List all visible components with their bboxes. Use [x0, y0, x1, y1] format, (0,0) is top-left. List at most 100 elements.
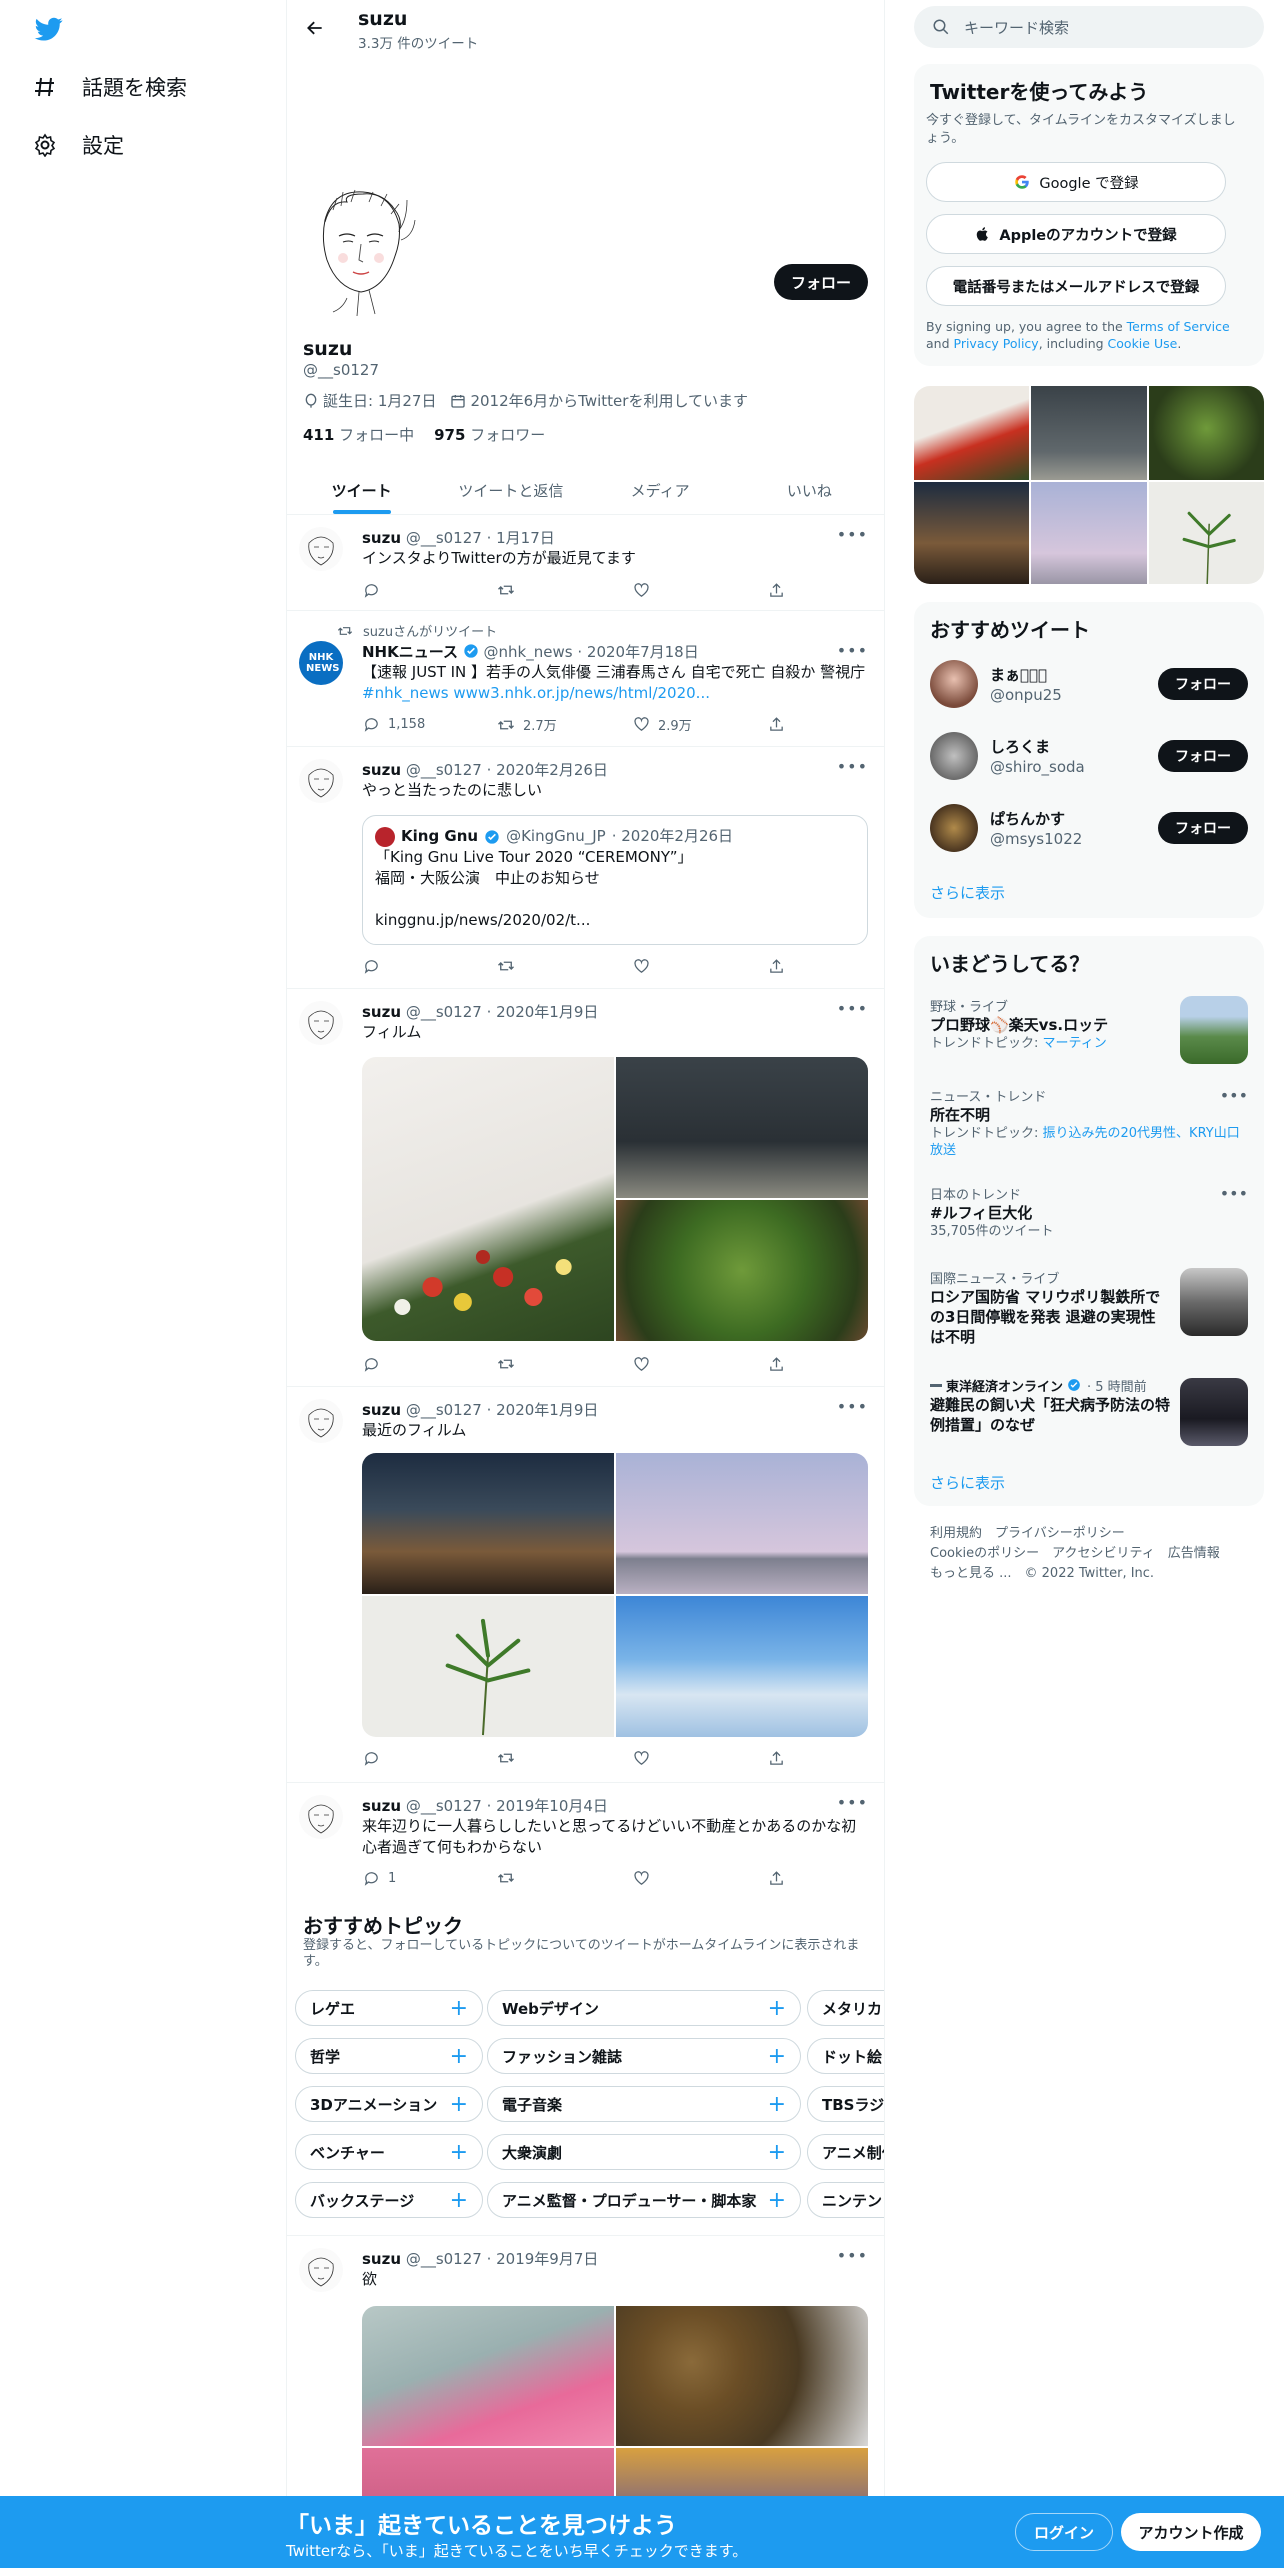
tweet-media[interactable]	[362, 1057, 868, 1341]
photo-pine[interactable]	[616, 1200, 868, 1341]
topic-chip[interactable]: レゲエ +	[295, 1990, 483, 2026]
tweet-author-name[interactable]: suzu	[362, 1797, 401, 1815]
share-button[interactable]	[767, 715, 902, 734]
tweet-author-handle[interactable]: @__s0127	[406, 2250, 482, 2268]
tweet-author-name[interactable]: suzu	[362, 2250, 401, 2268]
tab-tweets[interactable]: ツイート	[287, 466, 436, 514]
like-button[interactable]	[632, 1355, 767, 1373]
media-thumb[interactable]	[1148, 481, 1264, 584]
tweet-author-handle[interactable]: @__s0127	[406, 1003, 482, 1021]
tweet[interactable]: suzuさんがリツイート NHK NEWS ••• NHKニュース @nhk_n…	[287, 611, 884, 747]
follow-button[interactable]: フォロー	[1158, 668, 1248, 700]
photo-cafe[interactable]	[362, 1453, 614, 1594]
tweet[interactable]: ••• suzu @__s0127 · 2020年1月9日 フィルム	[287, 989, 884, 1387]
tweet-date[interactable]: · 1月17日	[487, 529, 555, 547]
trend-item[interactable]: 東洋経済オンライン · 5 時間前 避難民の飼い犬「狂犬病予防法の特例措置」のなぜ	[930, 1376, 1248, 1456]
media-thumb[interactable]	[1031, 386, 1147, 480]
media-thumb[interactable]	[914, 481, 1030, 584]
show-more-link[interactable]: さらに表示	[930, 882, 1005, 903]
tweet-media[interactable]	[362, 1453, 868, 1737]
quote-tweet[interactable]: King Gnu @KingGnu_JP · 2020年2月26日 「King …	[362, 815, 868, 945]
topic-chip[interactable]: ニンテンドー	[807, 2182, 884, 2218]
reply-button[interactable]: 1	[362, 1869, 497, 1887]
recommended-user[interactable]: ぱちんかす @msys1022 フォロー	[930, 800, 1248, 856]
topic-chip[interactable]: アニメ制作	[807, 2134, 884, 2170]
tweet-avatar[interactable]	[299, 527, 343, 571]
footer-line1[interactable]: 利用規約 プライバシーポリシー	[930, 1524, 1220, 1544]
photo-sky[interactable]	[616, 1596, 868, 1737]
topic-chip[interactable]: ドット絵	[807, 2038, 884, 2074]
following-link[interactable]: 411 フォロー中	[303, 424, 414, 445]
tweet[interactable]: ••• suzu @__s0127 · 2020年1月9日 最近のフィルム	[287, 1387, 884, 1783]
login-button[interactable]: ログイン	[1015, 2513, 1113, 2551]
tweet-author-name[interactable]: suzu	[362, 529, 401, 547]
retweet-button[interactable]	[497, 1749, 632, 1767]
share-button[interactable]	[767, 581, 902, 599]
retweet-button[interactable]	[497, 1869, 632, 1887]
trend-item[interactable]: 野球・ライブ プロ野球⚾楽天vs.ロッテ トレンドトピック: マーティン	[930, 996, 1248, 1074]
search-input[interactable]: キーワード検索	[964, 17, 1069, 38]
share-button[interactable]	[767, 1869, 902, 1887]
follow-button[interactable]: フォロー	[1158, 740, 1248, 772]
tweet-date[interactable]: · 2020年2月26日	[487, 761, 608, 779]
tweet-author-name[interactable]: suzu	[362, 761, 401, 779]
retweet-button[interactable]	[497, 957, 632, 975]
media-thumb[interactable]	[914, 386, 1030, 480]
phone-email-signup-button[interactable]: 電話番号またはメールアドレスで登録	[926, 266, 1226, 306]
share-button[interactable]	[767, 1749, 902, 1767]
avatar[interactable]	[930, 660, 978, 708]
tweet-link[interactable]: #nhk_news www3.nhk.or.jp/news/html/2020.…	[362, 684, 710, 702]
tweet-author-handle[interactable]: @__s0127	[406, 1797, 482, 1815]
tab-likes[interactable]: いいね	[735, 466, 884, 514]
tab-media[interactable]: メディア	[586, 466, 735, 514]
tweet-date[interactable]: · 2020年1月9日	[487, 1003, 599, 1021]
retweet-button[interactable]	[497, 581, 632, 599]
tweet-avatar[interactable]	[299, 1795, 343, 1839]
trend-item[interactable]: 日本のトレンド #ルフィ巨大化 35,705件のツイート •••	[930, 1184, 1248, 1244]
signup-button[interactable]: アカウント作成	[1121, 2513, 1261, 2551]
photo-flowers[interactable]	[362, 1057, 614, 1341]
photo-plant[interactable]	[362, 1596, 614, 1737]
terms-of-service-link[interactable]: Terms of Service	[1127, 319, 1230, 334]
tweet[interactable]: ••• suzu @__s0127 · 2019年10月4日 来年辺りに一人暮ら…	[287, 1783, 884, 1896]
topic-chip[interactable]: Webデザイン +	[487, 1990, 801, 2026]
like-button[interactable]	[632, 957, 767, 975]
like-button[interactable]	[632, 1869, 767, 1887]
topic-chip[interactable]: ベンチャー +	[295, 2134, 483, 2170]
topic-chip[interactable]: メタリカ	[807, 1990, 884, 2026]
like-button[interactable]	[632, 581, 767, 599]
share-button[interactable]	[767, 957, 902, 975]
tweet-media[interactable]	[362, 2306, 868, 2526]
topic-chip[interactable]: 哲学 +	[295, 2038, 483, 2074]
tweet-avatar[interactable]	[299, 759, 343, 803]
tweet[interactable]: ••• suzu @__s0127 · 1月17日 インスタよりTwitterの…	[287, 515, 884, 611]
retweet-button[interactable]	[497, 1355, 632, 1373]
tweet[interactable]: ••• suzu @__s0127 · 2020年2月26日 やっと当たったのに…	[287, 747, 884, 989]
privacy-policy-link[interactable]: Privacy Policy	[954, 336, 1039, 351]
trend-item[interactable]: 国際ニュース・ライブ ロシア国防省 マリウポリ製鉄所での3日間停戦を発表 退避の…	[930, 1268, 1248, 1364]
footer-line2[interactable]: Cookieのポリシー アクセシビリティ 広告情報	[930, 1544, 1220, 1564]
reply-button[interactable]	[362, 957, 497, 975]
recommended-user[interactable]: しろくま @shiro_soda フォロー	[930, 728, 1248, 784]
reply-button[interactable]	[362, 1355, 497, 1373]
media-thumb[interactable]	[1148, 386, 1264, 480]
topic-chip[interactable]: 大衆演劇 +	[487, 2134, 801, 2170]
tweet-avatar[interactable]: NHK NEWS	[299, 641, 343, 685]
nav-settings[interactable]: 設定	[32, 130, 124, 160]
apple-signup-button[interactable]: Appleのアカウントで登録	[926, 214, 1226, 254]
reply-button[interactable]	[362, 581, 497, 599]
tweet-author-name[interactable]: suzu	[362, 1003, 401, 1021]
tweet-author-handle[interactable]: @__s0127	[406, 1401, 482, 1419]
reply-button[interactable]: 1,158	[362, 715, 497, 734]
profile-avatar[interactable]	[303, 180, 419, 320]
retweet-button[interactable]: 2.7万	[497, 715, 632, 734]
topic-chip[interactable]: バックステージ +	[295, 2182, 483, 2218]
more-options-icon[interactable]: •••	[1220, 1086, 1248, 1105]
tweet-avatar[interactable]	[299, 1399, 343, 1443]
tweet[interactable]: ••• suzu @__s0127 · 2019年9月7日 欲	[287, 2236, 884, 2526]
recommended-user[interactable]: まぁさ🏻🏻 @onpu25 フォロー	[930, 656, 1248, 712]
twitter-logo-icon[interactable]	[32, 14, 66, 44]
topic-chip[interactable]: 3Dアニメーション +	[295, 2086, 483, 2122]
photo-kiwi[interactable]	[616, 2306, 868, 2446]
follow-button[interactable]: フォロー	[1158, 812, 1248, 844]
